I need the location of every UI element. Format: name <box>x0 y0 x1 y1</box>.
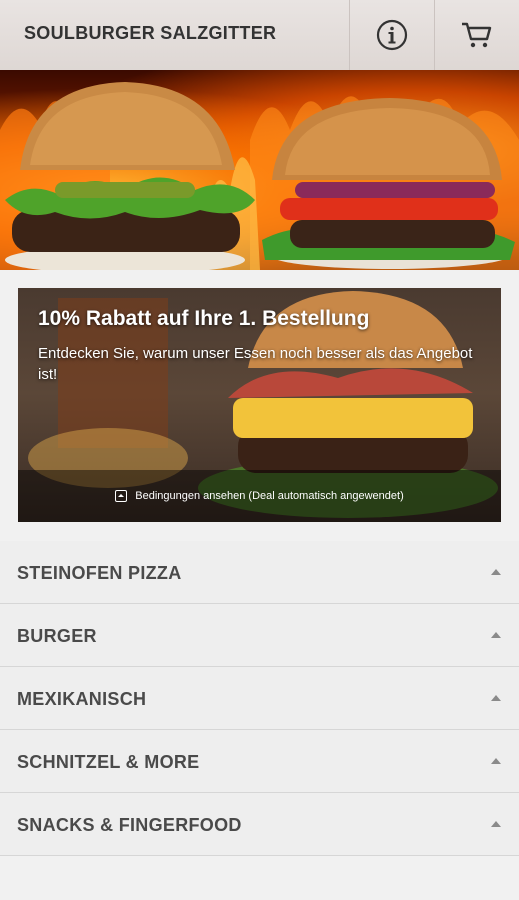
chevron-up-icon <box>491 821 501 827</box>
promo-title: 10% Rabatt auf Ihre 1. Bestellung <box>38 307 370 330</box>
expand-icon <box>115 490 128 502</box>
category-steinofen-pizza[interactable]: STEINOFEN PIZZA <box>0 541 519 604</box>
category-list: STEINOFEN PIZZA BURGER MEXIKANISCH SCHNI… <box>0 541 519 856</box>
restaurant-title: SOULBURGER SALZGITTER <box>24 23 277 43</box>
category-burger[interactable]: BURGER <box>0 604 519 667</box>
category-label: MEXIKANISCH <box>17 689 147 709</box>
category-snacks-fingerfood[interactable]: SNACKS & FINGERFOOD <box>0 793 519 856</box>
cart-button[interactable] <box>434 0 519 70</box>
chevron-up-icon <box>491 758 501 764</box>
info-icon <box>376 19 408 51</box>
chevron-up-icon <box>491 632 501 638</box>
promo-banner[interactable]: 10% Rabatt auf Ihre 1. Bestellung Entdec… <box>18 288 501 522</box>
terms-link[interactable]: Bedingungen ansehen (Deal automatisch an… <box>18 470 501 522</box>
category-label: SCHNITZEL & MORE <box>17 752 200 772</box>
info-button[interactable] <box>349 0 434 70</box>
chevron-up-icon <box>491 695 501 701</box>
category-label: STEINOFEN PIZZA <box>17 563 182 583</box>
app-header: SOULBURGER SALZGITTER <box>0 0 519 71</box>
category-label: SNACKS & FINGERFOOD <box>17 815 242 835</box>
category-label: BURGER <box>17 626 97 646</box>
hero-burger-image <box>0 70 519 270</box>
cart-icon <box>462 22 492 48</box>
terms-label: Bedingungen ansehen (Deal automatisch an… <box>135 490 404 502</box>
promo-subtitle: Entdecken Sie, warum unser Essen noch be… <box>38 345 473 383</box>
chevron-up-icon <box>491 569 501 575</box>
category-mexikanisch[interactable]: MEXIKANISCH <box>0 667 519 730</box>
category-schnitzel-more[interactable]: SCHNITZEL & MORE <box>0 730 519 793</box>
